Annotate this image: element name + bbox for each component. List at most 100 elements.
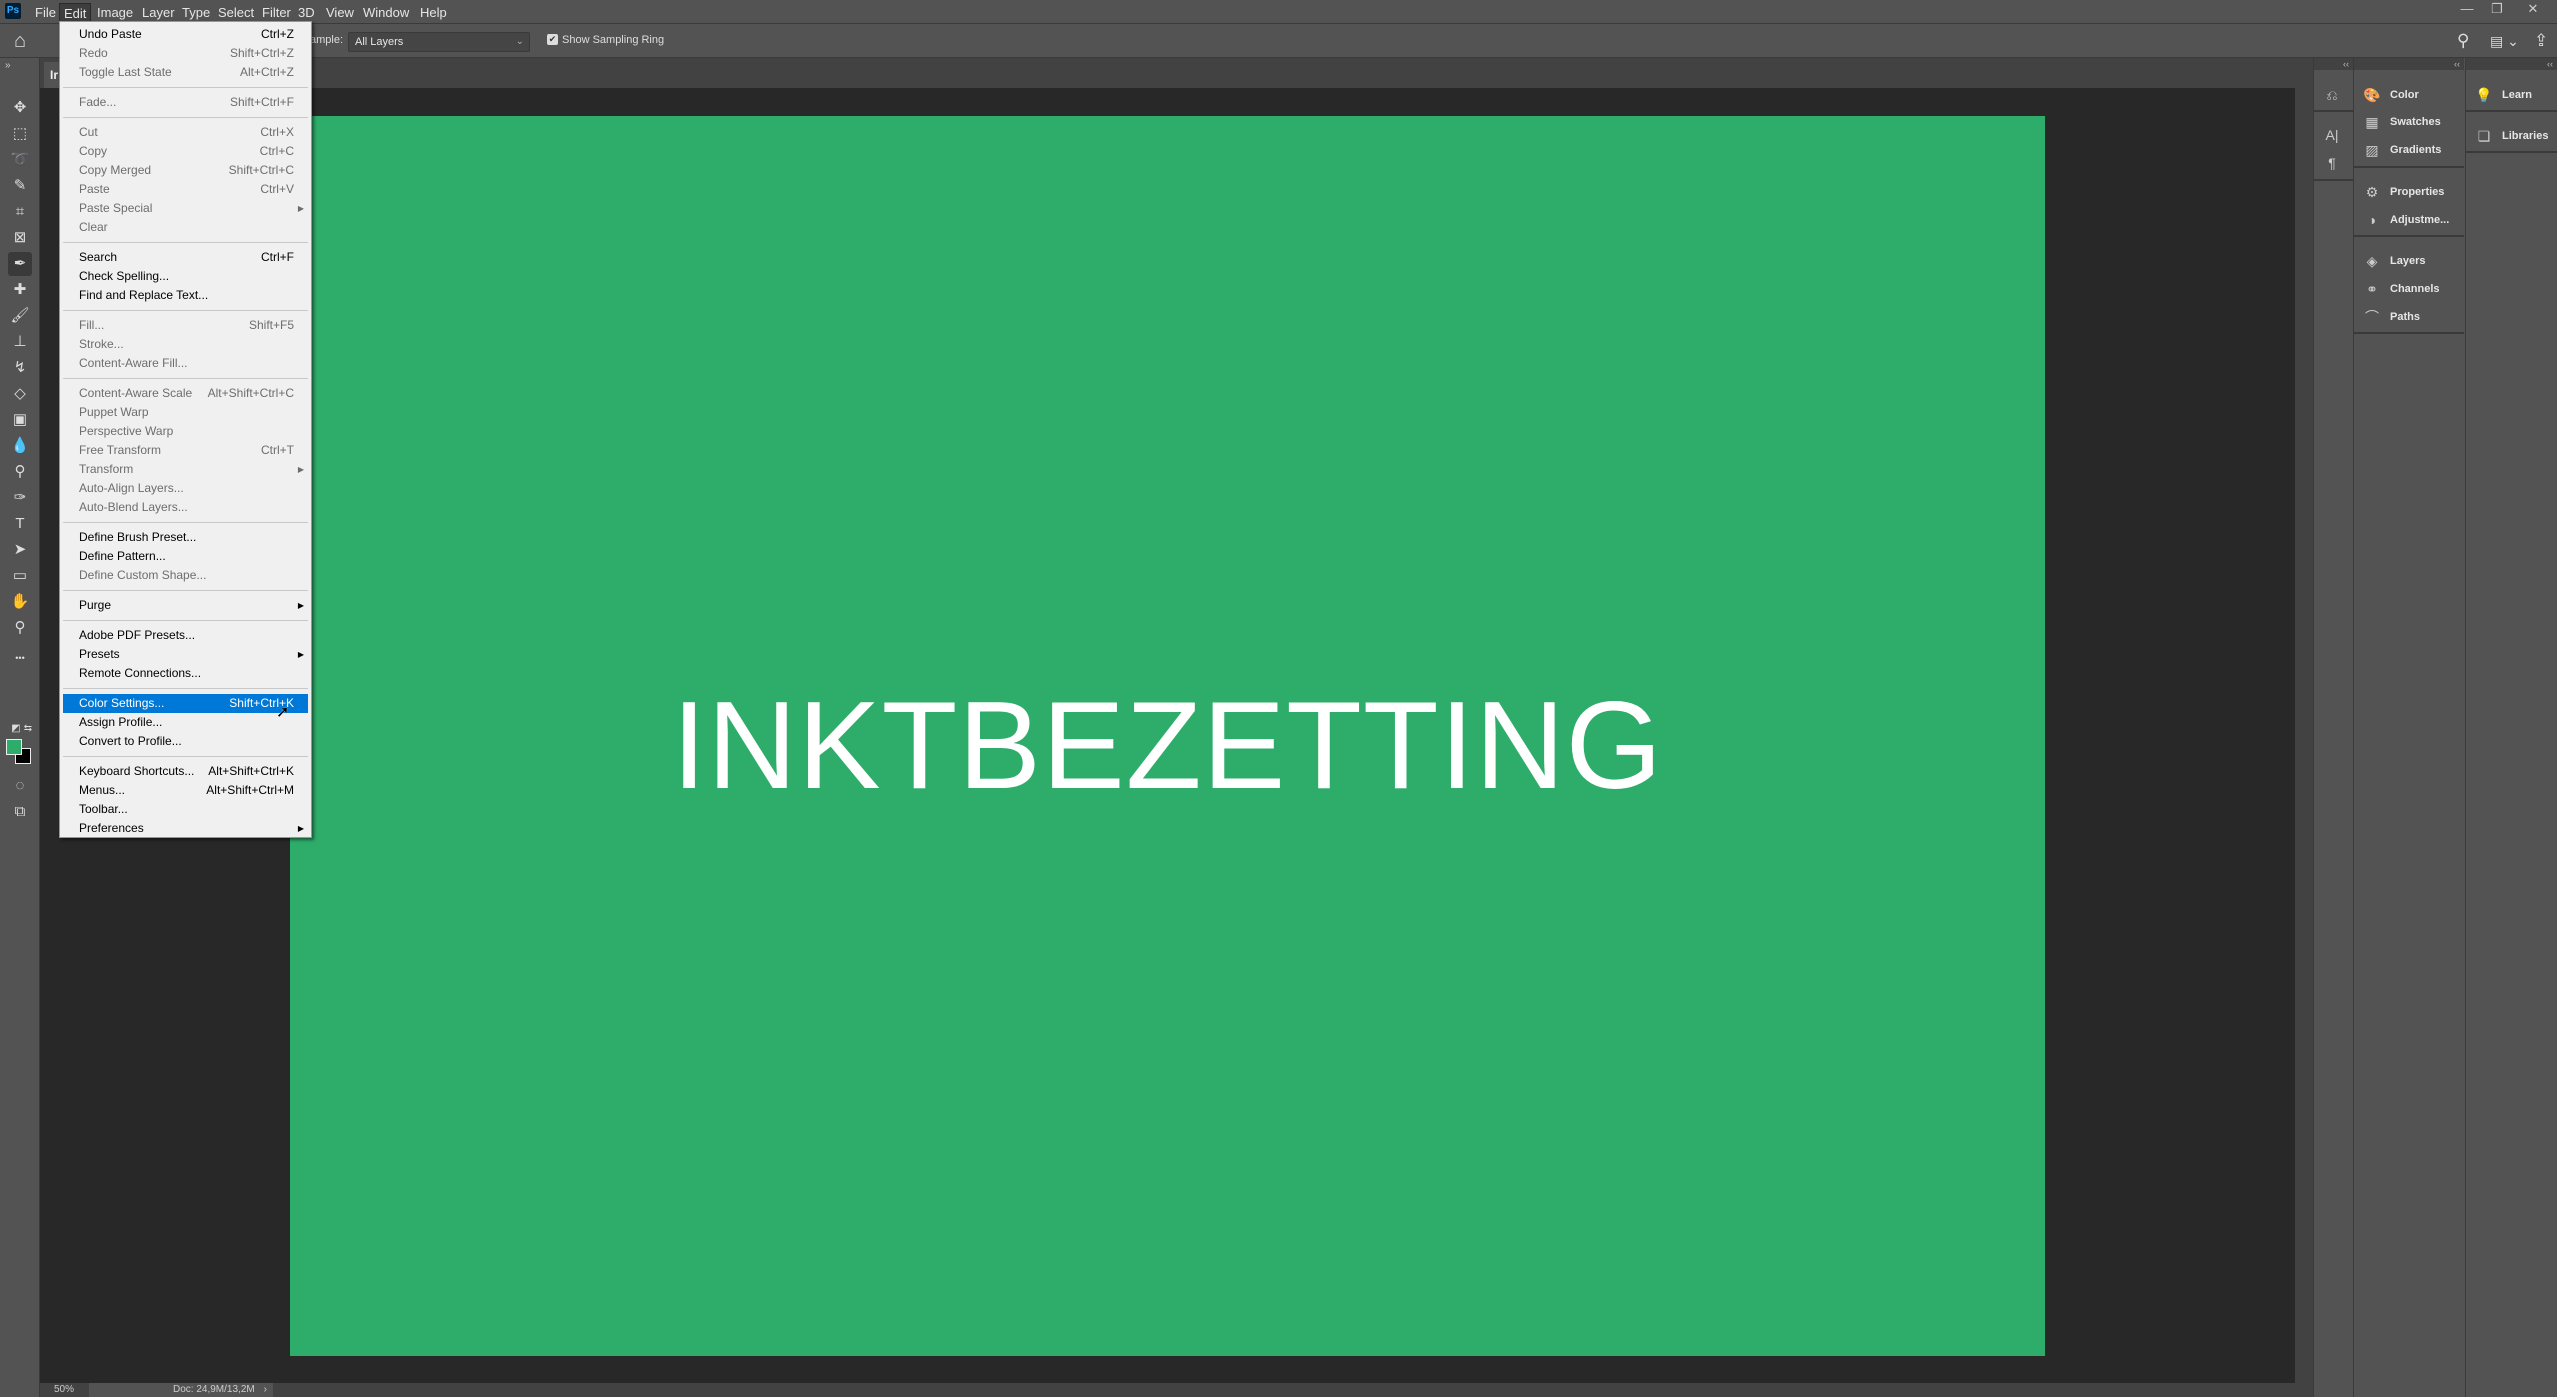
menu-item-fill[interactable]: Fill... Shift+F5: [63, 316, 308, 335]
menu-item-puppet-warp[interactable]: Puppet Warp: [63, 403, 308, 422]
menu-item-adobe-pdf-presets[interactable]: Adobe PDF Presets...: [63, 626, 308, 645]
menu-item-clear[interactable]: Clear: [63, 218, 308, 237]
menu-item-toolbar[interactable]: Toolbar...: [63, 800, 308, 819]
menu-item-stroke[interactable]: Stroke...: [63, 335, 308, 354]
menu-item-menus[interactable]: Menus... Alt+Shift+Ctrl+M: [63, 781, 308, 800]
learn-panel-button[interactable]: 💡 Learn: [2466, 83, 2557, 107]
adjustments-panel-button[interactable]: ◑ Adjustme...: [2354, 208, 2464, 232]
doc-info[interactable]: Doc: 24,9M/13,2M ›: [89, 1383, 273, 1397]
libraries-panel-button[interactable]: ❏ Libraries: [2466, 124, 2557, 148]
quick-mask-icon[interactable]: ◌: [8, 774, 32, 798]
color-panel-button[interactable]: 🎨 Color: [2354, 83, 2464, 107]
hand-tool-icon[interactable]: ✋: [8, 590, 32, 614]
menu-item-copy-merged[interactable]: Copy Merged Shift+Ctrl+C: [63, 161, 308, 180]
eyedropper-tool-icon[interactable]: ✒: [8, 252, 32, 276]
menu-edit[interactable]: Edit: [59, 3, 92, 22]
collapse-icon[interactable]: ‹‹: [2314, 58, 2353, 70]
menu-help[interactable]: Help: [416, 3, 451, 22]
search-icon[interactable]: ⚲: [2457, 31, 2469, 51]
frame-tool-icon[interactable]: ⊠: [8, 226, 32, 250]
type-tool-icon[interactable]: T: [8, 512, 32, 536]
blur-tool-icon[interactable]: 💧: [8, 434, 32, 458]
marquee-tool-icon[interactable]: ⬚: [8, 122, 32, 146]
menu-item-perspective-warp[interactable]: Perspective Warp: [63, 422, 308, 441]
character-panel-button[interactable]: A|: [2314, 123, 2353, 147]
menu-item-redo[interactable]: Redo Shift+Ctrl+Z: [63, 44, 308, 63]
menu-item-content-aware-scale[interactable]: Content-Aware Scale Alt+Shift+Ctrl+C: [63, 384, 308, 403]
zoom-tool-icon[interactable]: ⚲: [8, 616, 32, 640]
crop-tool-icon[interactable]: ⌗: [8, 200, 32, 224]
quick-selection-tool-icon[interactable]: ✎: [8, 174, 32, 198]
menu-layer[interactable]: Layer: [138, 3, 179, 22]
menu-item-search[interactable]: Search Ctrl+F: [63, 248, 308, 267]
menu-item-auto-align-layers[interactable]: Auto-Align Layers...: [63, 479, 308, 498]
close-button[interactable]: ✕: [2518, 0, 2548, 18]
show-sampling-ring-checkbox[interactable]: ✔: [547, 34, 558, 45]
lasso-tool-icon[interactable]: ➰: [8, 148, 32, 172]
menu-view[interactable]: View: [322, 3, 358, 22]
menu-type[interactable]: Type: [178, 3, 214, 22]
show-sampling-ring-label[interactable]: Show Sampling Ring: [562, 34, 664, 46]
pen-tool-icon[interactable]: ✑: [8, 486, 32, 510]
menu-item-cut[interactable]: Cut Ctrl+X: [63, 123, 308, 142]
menu-item-preferences[interactable]: Preferences ▶: [63, 819, 308, 838]
menu-file[interactable]: File: [31, 3, 60, 22]
collapse-toolbar-icon[interactable]: »: [5, 60, 11, 71]
clone-stamp-tool-icon[interactable]: ⊥: [8, 330, 32, 354]
home-icon[interactable]: ⌂: [14, 30, 26, 53]
rectangle-tool-icon[interactable]: ▭: [8, 564, 32, 588]
history-panel-button[interactable]: ⎌: [2314, 83, 2353, 107]
gradients-panel-button[interactable]: ▨ Gradients: [2354, 138, 2464, 162]
collapse-icon[interactable]: ‹‹: [2354, 58, 2464, 70]
menu-item-undo-paste[interactable]: Undo Paste Ctrl+Z: [63, 25, 308, 44]
menu-item-paste[interactable]: Paste Ctrl+V: [63, 180, 308, 199]
move-tool-icon[interactable]: ✥: [8, 96, 32, 120]
brush-tool-icon[interactable]: 🖌: [8, 304, 32, 328]
menu-item-free-transform[interactable]: Free Transform Ctrl+T: [63, 441, 308, 460]
menu-item-define-custom-shape[interactable]: Define Custom Shape...: [63, 566, 308, 585]
history-brush-tool-icon[interactable]: ↯: [8, 356, 32, 380]
menu-item-remote-connections[interactable]: Remote Connections...: [63, 664, 308, 683]
collapse-icon[interactable]: ‹‹: [2466, 58, 2557, 70]
menu-item-transform[interactable]: Transform ▶: [63, 460, 308, 479]
menu-filter[interactable]: Filter: [258, 3, 295, 22]
menu-item-convert-to-profile[interactable]: Convert to Profile...: [63, 732, 308, 751]
dodge-tool-icon[interactable]: ⚲: [8, 460, 32, 484]
menu-item-assign-profile[interactable]: Assign Profile...: [63, 713, 308, 732]
menu-3d[interactable]: 3D: [294, 3, 319, 22]
menu-item-check-spelling[interactable]: Check Spelling...: [63, 267, 308, 286]
channels-panel-button[interactable]: ⚭ Channels: [2354, 277, 2464, 301]
menu-item-content-aware-fill[interactable]: Content-Aware Fill...: [63, 354, 308, 373]
workspace-icon[interactable]: ▤ ⌄: [2490, 33, 2519, 50]
menu-item-define-brush-preset[interactable]: Define Brush Preset...: [63, 528, 308, 547]
screen-mode-icon[interactable]: ⧉: [8, 800, 32, 824]
menu-item-keyboard-shortcuts[interactable]: Keyboard Shortcuts... Alt+Shift+Ctrl+K: [63, 762, 308, 781]
menu-item-define-pattern[interactable]: Define Pattern...: [63, 547, 308, 566]
more-tool-icon[interactable]: •••: [8, 646, 32, 670]
path-selection-tool-icon[interactable]: ➤: [8, 538, 32, 562]
menu-item-purge[interactable]: Purge ▶: [63, 596, 308, 615]
menu-window[interactable]: Window: [359, 3, 413, 22]
menu-item-copy[interactable]: Copy Ctrl+C: [63, 142, 308, 161]
minimize-button[interactable]: —: [2452, 0, 2482, 18]
foreground-color-swatch[interactable]: [6, 739, 22, 755]
menu-item-toggle-last-state[interactable]: Toggle Last State Alt+Ctrl+Z: [63, 63, 308, 82]
menu-image[interactable]: Image: [93, 3, 137, 22]
zoom-level[interactable]: 50%: [54, 1384, 74, 1395]
paths-panel-button[interactable]: ⌒ Paths: [2354, 305, 2464, 329]
menu-item-auto-blend-layers[interactable]: Auto-Blend Layers...: [63, 498, 308, 517]
properties-panel-button[interactable]: ⚙ Properties: [2354, 180, 2464, 204]
healing-brush-tool-icon[interactable]: ✚: [8, 278, 32, 302]
menu-item-paste-special[interactable]: Paste Special ▶: [63, 199, 308, 218]
menu-item-color-settings[interactable]: Color Settings... Shift+Ctrl+K: [63, 694, 308, 713]
swatches-panel-button[interactable]: ▦ Swatches: [2354, 110, 2464, 134]
menu-item-find-and-replace-text[interactable]: Find and Replace Text...: [63, 286, 308, 305]
sample-select[interactable]: All Layers ⌄: [348, 32, 530, 52]
menu-select[interactable]: Select: [214, 3, 258, 22]
menu-item-presets[interactable]: Presets ▶: [63, 645, 308, 664]
layers-panel-button[interactable]: ◈ Layers: [2354, 249, 2464, 273]
canvas[interactable]: INKTBEZETTING: [290, 116, 2045, 1356]
restore-button[interactable]: ❐: [2482, 0, 2512, 18]
gradient-tool-icon[interactable]: ▣: [8, 408, 32, 432]
eraser-tool-icon[interactable]: ◇: [8, 382, 32, 406]
